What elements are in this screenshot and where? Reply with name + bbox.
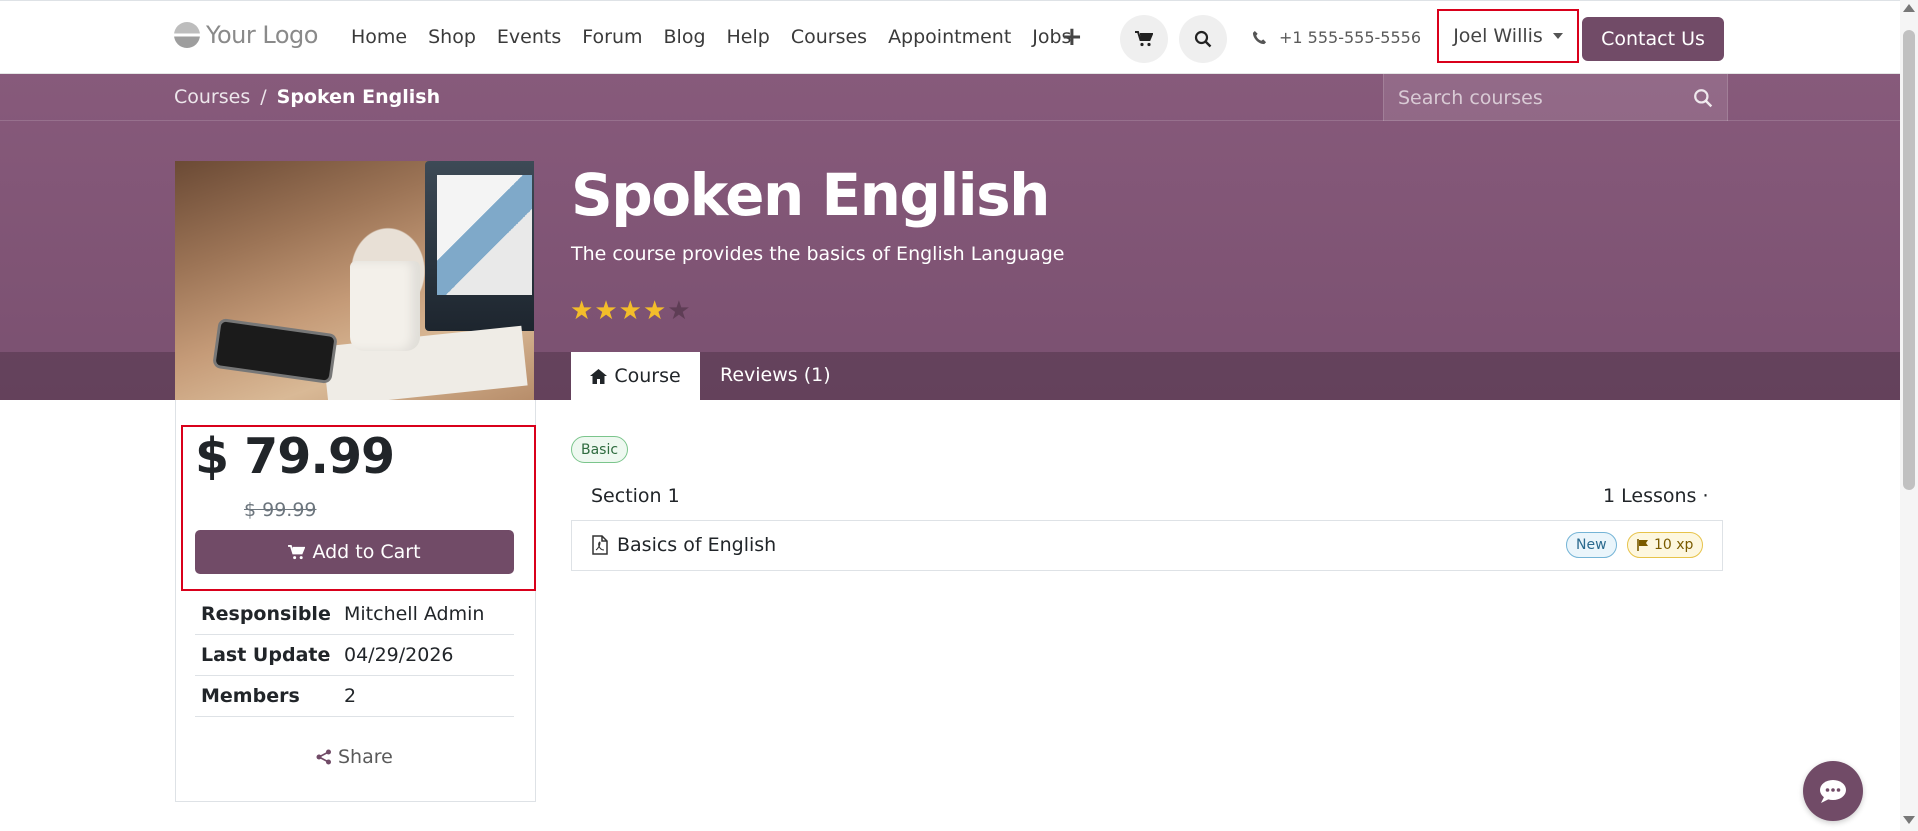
tab-course-label: Course [614, 365, 681, 387]
info-key: Responsible [201, 603, 331, 625]
add-to-cart-button[interactable]: Add to Cart [195, 530, 514, 574]
home-icon [590, 368, 608, 384]
info-row-responsible: Responsible Mitchell Admin [195, 594, 514, 635]
lesson-xp-badge: 10 xp [1627, 532, 1704, 558]
course-description: The course provides the basics of Englis… [571, 243, 1065, 265]
course-search [1383, 74, 1728, 121]
section-title: Section 1 [591, 485, 680, 507]
contact-us-button[interactable]: Contact Us [1582, 17, 1724, 61]
info-value: Mitchell Admin [344, 603, 485, 625]
info-key: Members [201, 685, 300, 707]
cart-icon [1135, 31, 1153, 47]
phone-number: +1 555-555-5556 [1279, 28, 1422, 47]
nav-blog[interactable]: Blog [664, 26, 706, 48]
search-icon [1194, 30, 1212, 48]
phone-icon [1252, 30, 1267, 45]
nav-events[interactable]: Events [497, 26, 561, 48]
share-label: Share [338, 746, 393, 768]
breadcrumb-separator: / [260, 86, 267, 108]
star-filled-icon: ★ [594, 296, 618, 326]
site-logo[interactable]: Your Logo [174, 18, 318, 52]
info-value: 2 [344, 685, 357, 707]
chat-icon [1820, 780, 1846, 803]
caret-down-icon [1552, 33, 1563, 39]
section-header [571, 472, 1723, 521]
pdf-file-icon [592, 535, 608, 559]
flag-icon [1637, 539, 1648, 551]
star-filled-icon: ★ [570, 296, 594, 326]
info-row-members: Members 2 [195, 676, 514, 717]
breadcrumb-courses[interactable]: Courses [174, 86, 250, 108]
lesson-link[interactable]: Basics of English [617, 534, 776, 556]
search-courses-input[interactable] [1398, 86, 1693, 109]
scroll-up-arrow-icon[interactable] [1903, 4, 1915, 12]
breadcrumb: Courses / Spoken English [174, 86, 440, 108]
plus-icon[interactable]: + [1061, 22, 1083, 52]
section-lesson-count: 1 Lessons · [1603, 485, 1709, 507]
course-title: Spoken English [571, 161, 1050, 229]
nav-appointment[interactable]: Appointment [888, 26, 1011, 48]
logo-mark-icon [174, 22, 200, 48]
lesson-new-badge: New [1566, 532, 1617, 558]
user-menu-dropdown[interactable]: Joel Willis [1437, 9, 1579, 63]
xp-label: 10 xp [1654, 537, 1694, 553]
user-name: Joel Willis [1453, 25, 1543, 47]
scroll-down-arrow-icon[interactable] [1903, 816, 1915, 824]
nav-forum[interactable]: Forum [582, 26, 642, 48]
main-nav: Home Shop Events Forum Blog Help Courses… [351, 26, 1092, 48]
nav-shop[interactable]: Shop [428, 26, 476, 48]
cart-button[interactable] [1120, 15, 1168, 63]
share-icon [316, 749, 331, 765]
course-rating: ★ ★ ★ ★ ★ [570, 298, 691, 324]
live-chat-button[interactable] [1803, 761, 1863, 821]
tab-course[interactable]: Course [571, 352, 700, 400]
course-tag-badge[interactable]: Basic [571, 436, 629, 463]
logo-text: Your Logo [206, 21, 318, 49]
search-submit-icon[interactable] [1693, 88, 1713, 108]
course-old-price: $ 99.99 [244, 499, 317, 521]
course-price: $ 79.99 [195, 428, 395, 485]
course-cover-image [175, 161, 534, 400]
star-filled-icon: ★ [618, 296, 642, 326]
nav-home[interactable]: Home [351, 26, 407, 48]
info-value: 04/29/2026 [344, 644, 454, 666]
info-row-last-update: Last Update 04/29/2026 [195, 635, 514, 676]
star-empty-icon: ★ [667, 296, 691, 326]
scrollbar-thumb[interactable] [1903, 30, 1915, 490]
star-filled-icon: ★ [642, 296, 667, 326]
nav-help[interactable]: Help [727, 26, 770, 48]
info-key: Last Update [201, 644, 331, 666]
tab-reviews[interactable]: Reviews (1) [720, 364, 831, 386]
add-to-cart-label: Add to Cart [312, 541, 421, 563]
breadcrumb-current: Spoken English [276, 86, 441, 108]
nav-courses[interactable]: Courses [791, 26, 867, 48]
cart-icon [288, 544, 306, 559]
header-search-button[interactable] [1179, 15, 1227, 63]
phone-link[interactable]: +1 555-555-5556 [1252, 28, 1421, 47]
share-button[interactable]: Share [316, 746, 393, 768]
